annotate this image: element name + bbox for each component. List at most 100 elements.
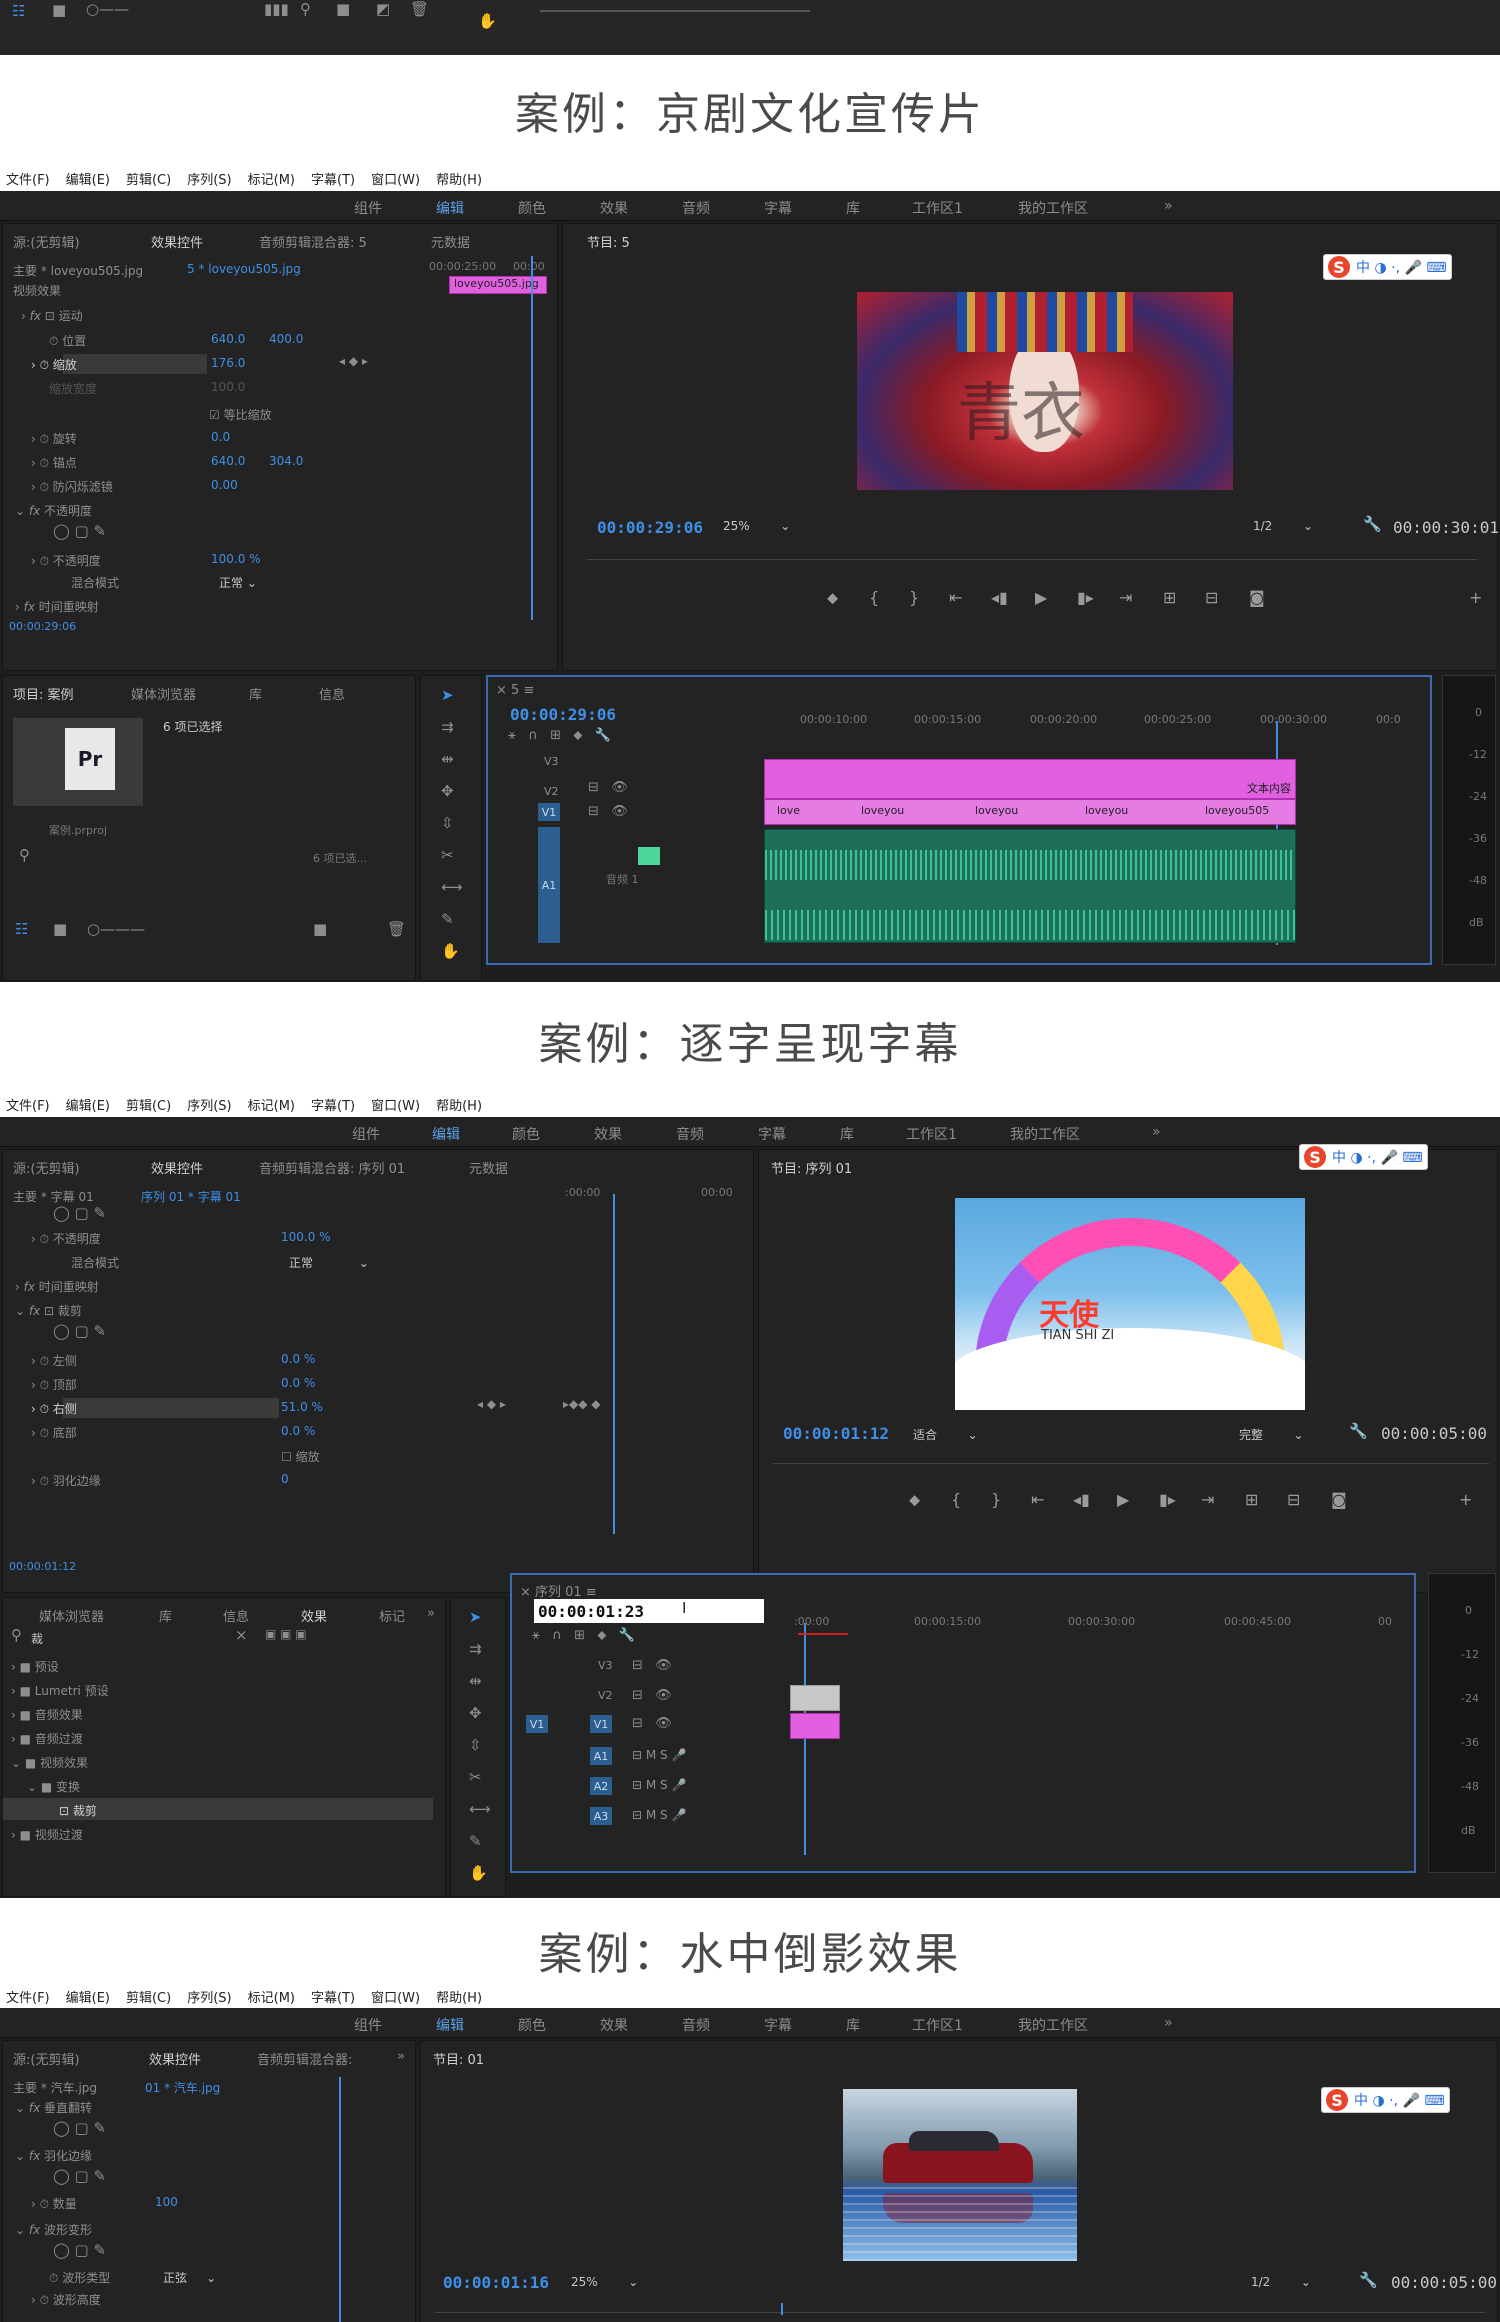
add-button-icon[interactable]: +	[1469, 588, 1482, 607]
tab-markers[interactable]: 标记	[379, 1606, 405, 1625]
keyframes-icon[interactable]: ▸◆◆ ◆	[563, 1398, 601, 1410]
track-a1-target[interactable]: A1	[538, 827, 560, 943]
tab-program[interactable]: 节目: 01	[433, 2049, 484, 2068]
wrench-icon[interactable]: 🔧	[1363, 517, 1382, 532]
ws-workspace1[interactable]: 工作区1	[906, 1124, 957, 1144]
play-icon[interactable]: ▶	[1117, 1490, 1129, 1509]
go-in-icon[interactable]: ⇤	[949, 588, 962, 607]
project-search-icon[interactable]: ⚲	[19, 848, 30, 863]
razor-icon[interactable]: ✂	[441, 848, 454, 863]
ws-captions[interactable]: 字幕	[764, 198, 792, 218]
tab-effect-controls[interactable]: 效果控件	[149, 2049, 201, 2068]
top-value[interactable]: 0.0 %	[281, 1376, 315, 1390]
ime-toolbar[interactable]: S中 ◑ ·, 🎤 ⌨	[1299, 1144, 1428, 1170]
ws-my-workspace[interactable]: 我的工作区	[1010, 1124, 1080, 1144]
v1-clip-1[interactable]: love	[777, 804, 800, 817]
menu-file[interactable]: 文件(F)	[6, 169, 50, 188]
wrench-icon[interactable]: 🔧	[1349, 1424, 1368, 1439]
ws-libraries[interactable]: 库	[840, 1124, 854, 1144]
menu-title[interactable]: 字幕(T)	[311, 169, 355, 188]
ws-effects[interactable]: 效果	[600, 2015, 628, 2035]
list-view-icon[interactable]: ☷	[12, 4, 25, 19]
insert-icon[interactable]: ⊞	[1245, 1490, 1258, 1509]
ws-more[interactable]: »	[1164, 198, 1173, 214]
sort-icon[interactable]: ▮▮▮	[264, 2, 289, 17]
track-controls-icon[interactable]: ⊟ 👁	[632, 1717, 672, 1730]
tab-audio-mixer[interactable]: 音频剪辑混合器:	[257, 2049, 352, 2068]
clear-search-icon[interactable]: ×	[235, 1628, 248, 1643]
amount-value[interactable]: 100	[155, 2195, 178, 2209]
resolution-select[interactable]: 1/2 ⌄	[1251, 2275, 1311, 2289]
menu-edit[interactable]: 编辑(E)	[66, 1095, 110, 1114]
ws-captions[interactable]: 字幕	[758, 1124, 786, 1144]
mask-tools-icon[interactable]: ◯ ▢ ✎	[53, 2243, 106, 2258]
zoom-checkbox[interactable]: ☐ 缩放	[281, 1448, 320, 1465]
slip-icon[interactable]: ⟷	[441, 880, 463, 895]
add-marker-icon[interactable]: ⬥	[827, 588, 838, 608]
filter-icons[interactable]: ▣ ▣ ▣	[265, 1628, 307, 1640]
step-forward-icon[interactable]: ▮▸	[1077, 588, 1094, 607]
ws-editing[interactable]: 编辑	[436, 198, 464, 218]
mark-out-icon[interactable]: }	[909, 588, 919, 607]
track-v1-target[interactable]: V1	[538, 803, 560, 821]
fx-motion[interactable]: › fx ⊡ 运动	[21, 307, 83, 324]
rate-stretch-icon[interactable]: ⇳	[441, 816, 454, 831]
ws-my-workspace[interactable]: 我的工作区	[1018, 198, 1088, 218]
insert-icon[interactable]: ⊞	[1163, 588, 1176, 607]
tab-effect-controls[interactable]: 效果控件	[151, 1158, 203, 1177]
v1-clip-2[interactable]: loveyou	[861, 804, 904, 817]
menu-clip[interactable]: 剪辑(C)	[126, 169, 171, 188]
tab-program[interactable]: 节目: 5	[587, 232, 630, 251]
right-value[interactable]: 51.0 %	[281, 1400, 323, 1414]
ws-audio[interactable]: 音频	[676, 1124, 704, 1144]
tab-source[interactable]: 源:(无剪辑)	[13, 1158, 80, 1177]
menu-file[interactable]: 文件(F)	[6, 1095, 50, 1114]
v2-title-clip[interactable]	[790, 1685, 840, 1711]
rotation-value[interactable]: 0.0	[211, 430, 230, 444]
clip-label[interactable]: 5 * loveyou505.jpg	[187, 262, 301, 276]
wave-type-select[interactable]: 正弦 ⌄	[163, 2269, 216, 2286]
top-scrollbar[interactable]	[540, 10, 810, 12]
go-out-icon[interactable]: ⇥	[1119, 588, 1132, 607]
ripple-edit-icon[interactable]: ⇹	[441, 752, 454, 767]
menu-sequence[interactable]: 序列(S)	[187, 169, 231, 188]
pr-project-thumb[interactable]: Pr	[13, 718, 143, 806]
step-back-icon[interactable]: ◂▮	[991, 588, 1008, 607]
track-controls-icon[interactable]: ⊟ 👁	[632, 1659, 672, 1672]
text-clip[interactable]: 文本内容	[764, 759, 1296, 799]
tab-metadata[interactable]: 元数据	[469, 1158, 508, 1177]
tab-source[interactable]: 源:(无剪辑)	[13, 232, 80, 251]
ws-effects[interactable]: 效果	[600, 198, 628, 218]
track-a2-target[interactable]: A2	[590, 1777, 612, 1795]
trash-icon[interactable]: 🗑	[387, 922, 406, 937]
zoom-select[interactable]: 25% ⌄	[723, 519, 790, 533]
track-v1-target[interactable]: V1	[590, 1715, 612, 1733]
menu-title[interactable]: 字幕(T)	[311, 1987, 355, 2006]
resolution-select[interactable]: 1/2 ⌄	[1253, 519, 1313, 533]
ws-assembly[interactable]: 组件	[354, 198, 382, 218]
program-scrub-bar[interactable]	[773, 1450, 1489, 1464]
menu-window[interactable]: 窗口(W)	[371, 1987, 420, 2006]
scale-value[interactable]: 176.0	[211, 356, 245, 370]
ws-libraries[interactable]: 库	[846, 198, 860, 218]
menu-marker[interactable]: 标记(M)	[248, 1987, 295, 2006]
ws-more[interactable]: »	[1164, 2015, 1173, 2031]
hand-tool-icon[interactable]: ✋	[478, 14, 497, 29]
list-view-icon[interactable]: ☷	[15, 922, 28, 937]
param-scale[interactable]: › ⏱ 缩放	[31, 356, 77, 373]
ws-color[interactable]: 颜色	[518, 198, 546, 218]
param-right[interactable]: › ⏱ 右侧	[31, 1400, 77, 1417]
ws-assembly[interactable]: 组件	[354, 2015, 382, 2035]
mark-out-icon[interactable]: }	[991, 1490, 1001, 1509]
hand-icon[interactable]: ✋	[469, 1866, 488, 1881]
play-icon[interactable]: ▶	[1035, 588, 1047, 607]
left-value[interactable]: 0.0 %	[281, 1352, 315, 1366]
ripple-edit-icon[interactable]: ⇹	[469, 1674, 482, 1689]
tab-media-browser[interactable]: 媒体浏览器	[131, 684, 196, 703]
tree-audio-effects[interactable]: › ■ 音频效果	[11, 1706, 83, 1723]
track-select-icon[interactable]: ⇉	[441, 720, 454, 735]
ws-audio[interactable]: 音频	[682, 2015, 710, 2035]
v1-clip-3[interactable]: loveyou	[975, 804, 1018, 817]
fit-select[interactable]: 适合 ⌄	[913, 1426, 978, 1443]
program-scrub-bar[interactable]	[587, 546, 1477, 560]
